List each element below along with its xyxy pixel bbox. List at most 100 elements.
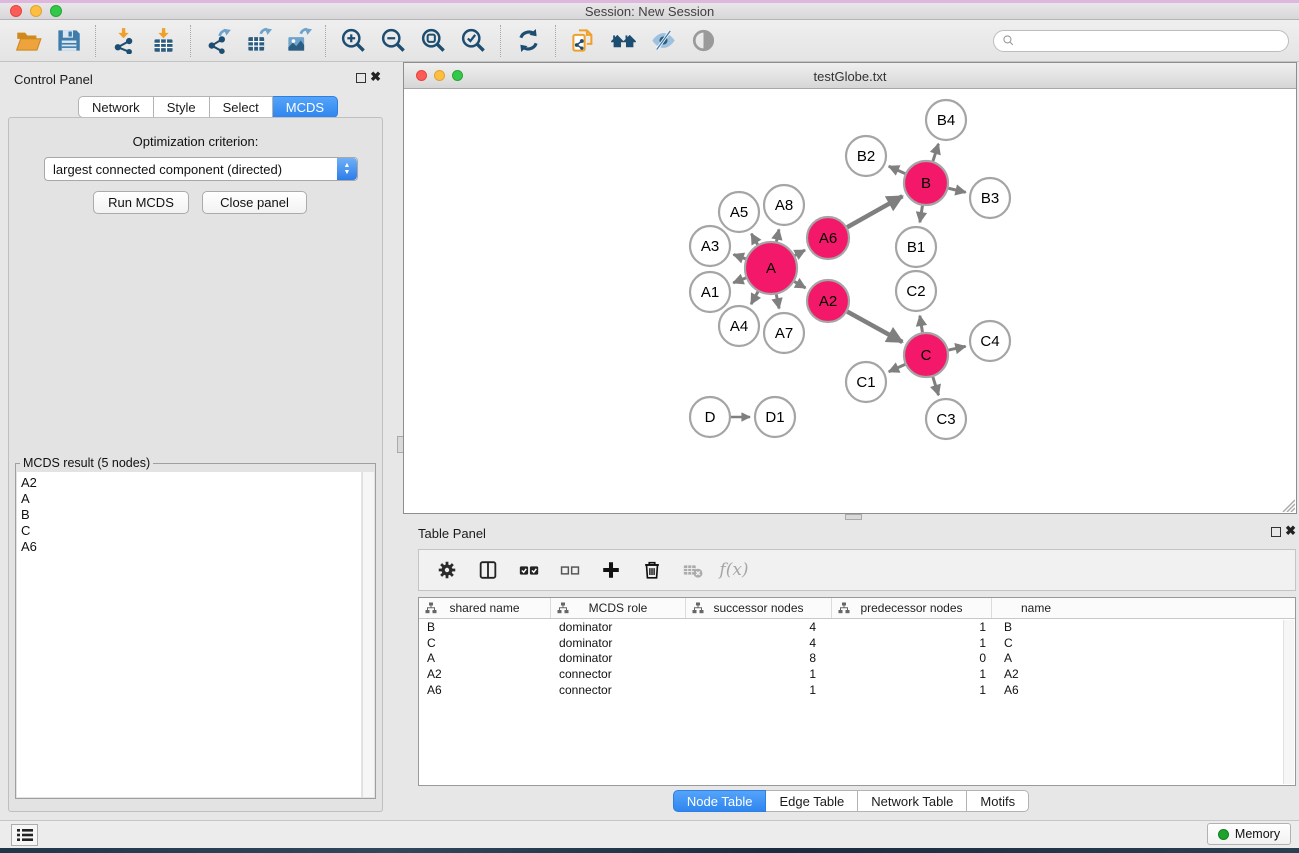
table-row[interactable]: Cdominator41C [419, 635, 1295, 651]
control-panel-tabs: NetworkStyleSelectMCDS [78, 96, 338, 118]
graph-edge-A-A4[interactable] [751, 292, 758, 304]
graph-edge-B-B1[interactable] [920, 206, 923, 223]
column-header-predecessor-nodes[interactable]: predecessor nodes [832, 598, 992, 618]
main-toolbar [0, 20, 1299, 62]
graph-node-label: C2 [906, 283, 925, 300]
export-image-icon[interactable] [278, 24, 318, 58]
search-box[interactable] [993, 30, 1289, 52]
column-header-successor-nodes[interactable]: successor nodes [686, 598, 832, 618]
home-icon[interactable] [603, 24, 643, 58]
mcds-result-item[interactable]: B [21, 507, 361, 523]
graph-edge-A2-C[interactable] [847, 312, 902, 342]
search-input[interactable] [1020, 34, 1280, 48]
close-panel-button[interactable]: Close panel [202, 191, 307, 214]
graph-edge-B-B2[interactable] [889, 166, 905, 173]
table-row[interactable]: A6connector11A6 [419, 682, 1295, 698]
tab-edge-table[interactable]: Edge Table [766, 790, 858, 812]
graph-node-label: C3 [936, 411, 955, 428]
eye-icon[interactable] [683, 24, 723, 58]
import-network-icon[interactable] [103, 24, 143, 58]
tab-select[interactable]: Select [210, 96, 273, 118]
graph-edge-A-A7[interactable] [776, 294, 779, 308]
table-cell: 0 [832, 651, 992, 665]
window-accent-strip [0, 0, 1299, 3]
table-cell: A2 [419, 667, 551, 681]
table-row[interactable]: A2connector11A2 [419, 666, 1295, 682]
float-panel-icon[interactable] [356, 73, 366, 83]
save-icon[interactable] [48, 24, 88, 58]
close-table-panel-icon[interactable]: ✖ [1285, 524, 1296, 538]
mcds-result-item[interactable]: A [21, 491, 361, 507]
table-cell: 4 [686, 636, 832, 650]
float-table-panel-icon[interactable] [1271, 527, 1281, 537]
export-table-icon[interactable] [238, 24, 278, 58]
memory-button[interactable]: Memory [1207, 823, 1291, 845]
table-row[interactable]: Bdominator41B [419, 619, 1295, 635]
clone-network-icon[interactable] [563, 24, 603, 58]
tab-network[interactable]: Network [78, 96, 154, 118]
graph-node-label: A3 [701, 238, 719, 255]
graph-edge-A-A2[interactable] [794, 282, 805, 288]
graph-edge-A-A8[interactable] [776, 229, 778, 241]
graph-edge-C-C4[interactable] [948, 346, 965, 350]
graph-node-label: B [921, 175, 931, 192]
graph-edge-A-A3[interactable] [734, 254, 746, 258]
graph-edge-B-B4[interactable] [933, 144, 938, 161]
close-panel-icon[interactable]: ✖ [370, 70, 381, 84]
network-window-titlebar[interactable]: testGlobe.txt [404, 63, 1296, 89]
toolbar-group [103, 24, 183, 58]
graph-node-label: A7 [775, 325, 793, 342]
zoom-in-icon[interactable] [333, 24, 373, 58]
zoom-selected-icon[interactable] [453, 24, 493, 58]
columns-icon[interactable] [474, 556, 502, 584]
select-stepper-icon: ▲▼ [337, 158, 357, 180]
hide-eye-icon[interactable] [643, 24, 683, 58]
open-file-icon[interactable] [8, 24, 48, 58]
graph-edge-A6-B[interactable] [847, 196, 902, 227]
graph-edge-A-A6[interactable] [795, 250, 805, 255]
mcds-list-scrollbar[interactable] [362, 472, 374, 797]
optimization-select[interactable]: largest connected component (directed) ▲… [44, 157, 358, 181]
mcds-result-item[interactable]: C [21, 523, 361, 539]
graph-node-label: D1 [765, 409, 784, 426]
attribute-tree-icon [838, 602, 850, 614]
node-table: shared nameMCDS rolesuccessor nodesprede… [418, 597, 1296, 786]
settings-icon[interactable] [433, 556, 461, 584]
resize-grip-icon[interactable] [1281, 498, 1295, 512]
network-canvas[interactable]: AA1A2A3A4A5A6A7A8BB1B2B3B4CC1C2C3C4DD1 [404, 89, 1296, 513]
export-network-icon[interactable] [198, 24, 238, 58]
mcds-result-list[interactable]: A2ABCA6 [17, 472, 361, 797]
tab-node-table[interactable]: Node Table [673, 790, 767, 812]
column-header-MCDS-role[interactable]: MCDS role [551, 598, 686, 618]
table-row[interactable]: Adominator80A [419, 650, 1295, 666]
delete-icon[interactable] [638, 556, 666, 584]
select-all-icon[interactable] [515, 556, 543, 584]
mcds-result-item[interactable]: A2 [21, 475, 361, 491]
table-scrollbar[interactable] [1283, 620, 1294, 784]
deselect-all-icon[interactable] [556, 556, 584, 584]
column-header-shared-name[interactable]: shared name [419, 598, 551, 618]
graph-edge-C-C3[interactable] [933, 377, 939, 395]
zoom-out-icon[interactable] [373, 24, 413, 58]
import-table-icon[interactable] [143, 24, 183, 58]
mcds-result-item[interactable]: A6 [21, 539, 361, 555]
zoom-fit-icon[interactable] [413, 24, 453, 58]
column-header-name[interactable]: name [992, 598, 1080, 618]
table-cell: A [992, 651, 1080, 665]
table-cell: 1 [832, 636, 992, 650]
tab-network-table[interactable]: Network Table [858, 790, 967, 812]
tab-mcds[interactable]: MCDS [273, 96, 338, 118]
control-panel: Control Panel ✖ NetworkStyleSelectMCDS O… [0, 62, 390, 818]
graph-edge-C-C2[interactable] [920, 316, 923, 333]
add-icon[interactable] [597, 556, 625, 584]
graph-node-label: C1 [856, 374, 875, 391]
graph-edge-A-A1[interactable] [733, 278, 746, 283]
graph-edge-C-C1[interactable] [889, 364, 905, 371]
tab-motifs[interactable]: Motifs [967, 790, 1029, 812]
panel-list-button[interactable] [11, 824, 38, 846]
run-mcds-button[interactable]: Run MCDS [93, 191, 189, 214]
refresh-icon[interactable] [508, 24, 548, 58]
tab-style[interactable]: Style [154, 96, 210, 118]
graph-edge-B-B3[interactable] [948, 188, 965, 192]
graph-edge-A-A5[interactable] [751, 234, 757, 245]
